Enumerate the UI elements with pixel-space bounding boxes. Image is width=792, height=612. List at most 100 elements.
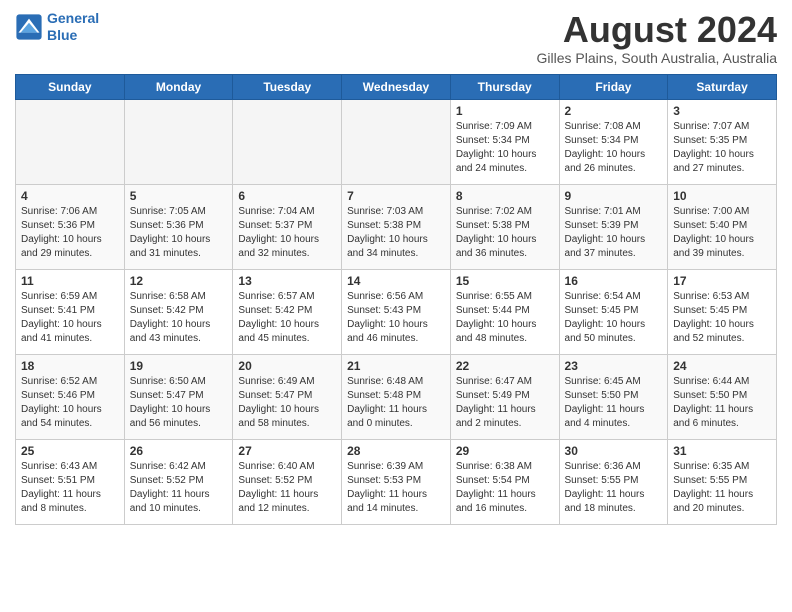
day-number: 8 [456, 189, 554, 203]
calendar-cell: 25 Sunrise: 6:43 AM Sunset: 5:51 PM Dayli… [16, 439, 125, 524]
calendar-cell: 24Sunrise: 6:44 AM Sunset: 5:50 PM Dayli… [668, 354, 777, 439]
day-info: Sunrise: 6:50 AM Sunset: 5:47 PM Dayligh… [130, 375, 228, 431]
day-number: 6 [238, 189, 336, 203]
column-header-wednesday: Wednesday [342, 74, 451, 99]
calendar-cell [16, 99, 125, 184]
calendar-week-2: 4 Sunrise: 7:06 AM Sunset: 5:36 PM Daylig… [16, 184, 777, 269]
calendar-cell: 13 Sunrise: 6:57 AM Sunset: 5:42 PM Dayli… [233, 269, 342, 354]
day-number: 29 [456, 444, 554, 458]
calendar-cell: 12Sunrise: 6:58 AM Sunset: 5:42 PM Dayli… [124, 269, 233, 354]
day-info: Sunrise: 6:39 AM Sunset: 5:53 PM Dayligh… [347, 460, 445, 516]
calendar-cell: 20Sunrise: 6:49 AM Sunset: 5:47 PM Dayli… [233, 354, 342, 439]
column-header-sunday: Sunday [16, 74, 125, 99]
calendar-cell: 30 Sunrise: 6:36 AM Sunset: 5:55 PM Dayli… [559, 439, 668, 524]
calendar-cell: 9 Sunrise: 7:01 AM Sunset: 5:39 PM Daylig… [559, 184, 668, 269]
day-number: 3 [673, 104, 771, 118]
calendar-table: SundayMondayTuesdayWednesdayThursdayFrid… [15, 74, 777, 525]
calendar-cell: 23 Sunrise: 6:45 AM Sunset: 5:50 PM Dayli… [559, 354, 668, 439]
day-info: Sunrise: 7:06 AM Sunset: 5:36 PM Dayligh… [21, 205, 119, 261]
day-info: Sunrise: 6:35 AM Sunset: 5:55 PM Dayligh… [673, 460, 771, 516]
calendar-cell: 1Sunrise: 7:09 AM Sunset: 5:34 PM Daylig… [450, 99, 559, 184]
day-number: 10 [673, 189, 771, 203]
calendar-body: 1Sunrise: 7:09 AM Sunset: 5:34 PM Daylig… [16, 99, 777, 524]
calendar-cell: 3 Sunrise: 7:07 AM Sunset: 5:35 PM Daylig… [668, 99, 777, 184]
day-info: Sunrise: 7:09 AM Sunset: 5:34 PM Dayligh… [456, 120, 554, 176]
day-info: Sunrise: 6:36 AM Sunset: 5:55 PM Dayligh… [565, 460, 663, 516]
day-number: 27 [238, 444, 336, 458]
logo-line1: General [47, 10, 99, 26]
calendar-cell [342, 99, 451, 184]
day-info: Sunrise: 7:03 AM Sunset: 5:38 PM Dayligh… [347, 205, 445, 261]
day-info: Sunrise: 6:42 AM Sunset: 5:52 PM Dayligh… [130, 460, 228, 516]
calendar-cell: 18Sunrise: 6:52 AM Sunset: 5:46 PM Dayli… [16, 354, 125, 439]
day-info: Sunrise: 6:52 AM Sunset: 5:46 PM Dayligh… [21, 375, 119, 431]
day-info: Sunrise: 6:48 AM Sunset: 5:48 PM Dayligh… [347, 375, 445, 431]
day-info: Sunrise: 7:01 AM Sunset: 5:39 PM Dayligh… [565, 205, 663, 261]
logo: General Blue [15, 10, 99, 44]
calendar-cell: 2 Sunrise: 7:08 AM Sunset: 5:34 PM Daylig… [559, 99, 668, 184]
day-number: 13 [238, 274, 336, 288]
calendar-week-5: 25 Sunrise: 6:43 AM Sunset: 5:51 PM Dayli… [16, 439, 777, 524]
subtitle: Gilles Plains, South Australia, Australi… [537, 50, 777, 66]
logo-text: General Blue [47, 10, 99, 44]
calendar-cell: 17Sunrise: 6:53 AM Sunset: 5:45 PM Dayli… [668, 269, 777, 354]
logo-line2: Blue [47, 27, 77, 43]
day-number: 23 [565, 359, 663, 373]
calendar-cell: 6Sunrise: 7:04 AM Sunset: 5:37 PM Daylig… [233, 184, 342, 269]
calendar-cell: 19 Sunrise: 6:50 AM Sunset: 5:47 PM Dayli… [124, 354, 233, 439]
day-number: 9 [565, 189, 663, 203]
day-number: 26 [130, 444, 228, 458]
main-title: August 2024 [537, 10, 777, 50]
day-number: 14 [347, 274, 445, 288]
page-header: General Blue August 2024 Gilles Plains, … [15, 10, 777, 66]
day-number: 22 [456, 359, 554, 373]
calendar-cell: 8 Sunrise: 7:02 AM Sunset: 5:38 PM Daylig… [450, 184, 559, 269]
day-info: Sunrise: 6:47 AM Sunset: 5:49 PM Dayligh… [456, 375, 554, 431]
calendar-week-1: 1Sunrise: 7:09 AM Sunset: 5:34 PM Daylig… [16, 99, 777, 184]
column-header-tuesday: Tuesday [233, 74, 342, 99]
calendar-cell: 21Sunrise: 6:48 AM Sunset: 5:48 PM Dayli… [342, 354, 451, 439]
calendar-week-4: 18Sunrise: 6:52 AM Sunset: 5:46 PM Dayli… [16, 354, 777, 439]
day-number: 25 [21, 444, 119, 458]
day-info: Sunrise: 7:07 AM Sunset: 5:35 PM Dayligh… [673, 120, 771, 176]
calendar-cell: 11 Sunrise: 6:59 AM Sunset: 5:41 PM Dayli… [16, 269, 125, 354]
day-number: 4 [21, 189, 119, 203]
day-info: Sunrise: 7:00 AM Sunset: 5:40 PM Dayligh… [673, 205, 771, 261]
calendar-cell: 4 Sunrise: 7:06 AM Sunset: 5:36 PM Daylig… [16, 184, 125, 269]
day-info: Sunrise: 6:40 AM Sunset: 5:52 PM Dayligh… [238, 460, 336, 516]
calendar-cell [124, 99, 233, 184]
day-number: 5 [130, 189, 228, 203]
title-block: August 2024 Gilles Plains, South Austral… [537, 10, 777, 66]
calendar-cell: 5 Sunrise: 7:05 AM Sunset: 5:36 PM Daylig… [124, 184, 233, 269]
calendar-cell: 27 Sunrise: 6:40 AM Sunset: 5:52 PM Dayli… [233, 439, 342, 524]
day-info: Sunrise: 7:05 AM Sunset: 5:36 PM Dayligh… [130, 205, 228, 261]
day-number: 16 [565, 274, 663, 288]
calendar-cell: 29 Sunrise: 6:38 AM Sunset: 5:54 PM Dayli… [450, 439, 559, 524]
day-number: 11 [21, 274, 119, 288]
day-info: Sunrise: 6:57 AM Sunset: 5:42 PM Dayligh… [238, 290, 336, 346]
day-number: 30 [565, 444, 663, 458]
day-info: Sunrise: 6:38 AM Sunset: 5:54 PM Dayligh… [456, 460, 554, 516]
day-info: Sunrise: 6:45 AM Sunset: 5:50 PM Dayligh… [565, 375, 663, 431]
calendar-cell: 7 Sunrise: 7:03 AM Sunset: 5:38 PM Daylig… [342, 184, 451, 269]
day-number: 2 [565, 104, 663, 118]
day-info: Sunrise: 6:44 AM Sunset: 5:50 PM Dayligh… [673, 375, 771, 431]
calendar-cell: 31Sunrise: 6:35 AM Sunset: 5:55 PM Dayli… [668, 439, 777, 524]
day-info: Sunrise: 6:54 AM Sunset: 5:45 PM Dayligh… [565, 290, 663, 346]
column-header-saturday: Saturday [668, 74, 777, 99]
column-header-friday: Friday [559, 74, 668, 99]
calendar-week-3: 11 Sunrise: 6:59 AM Sunset: 5:41 PM Dayli… [16, 269, 777, 354]
day-number: 7 [347, 189, 445, 203]
calendar-cell: 10 Sunrise: 7:00 AM Sunset: 5:40 PM Dayli… [668, 184, 777, 269]
calendar-cell: 26 Sunrise: 6:42 AM Sunset: 5:52 PM Dayli… [124, 439, 233, 524]
day-info: Sunrise: 7:02 AM Sunset: 5:38 PM Dayligh… [456, 205, 554, 261]
day-info: Sunrise: 6:43 AM Sunset: 5:51 PM Dayligh… [21, 460, 119, 516]
day-number: 20 [238, 359, 336, 373]
day-number: 19 [130, 359, 228, 373]
day-info: Sunrise: 7:08 AM Sunset: 5:34 PM Dayligh… [565, 120, 663, 176]
day-info: Sunrise: 6:58 AM Sunset: 5:42 PM Dayligh… [130, 290, 228, 346]
day-info: Sunrise: 6:59 AM Sunset: 5:41 PM Dayligh… [21, 290, 119, 346]
calendar-cell: 15Sunrise: 6:55 AM Sunset: 5:44 PM Dayli… [450, 269, 559, 354]
calendar-cell: 28Sunrise: 6:39 AM Sunset: 5:53 PM Dayli… [342, 439, 451, 524]
column-header-thursday: Thursday [450, 74, 559, 99]
